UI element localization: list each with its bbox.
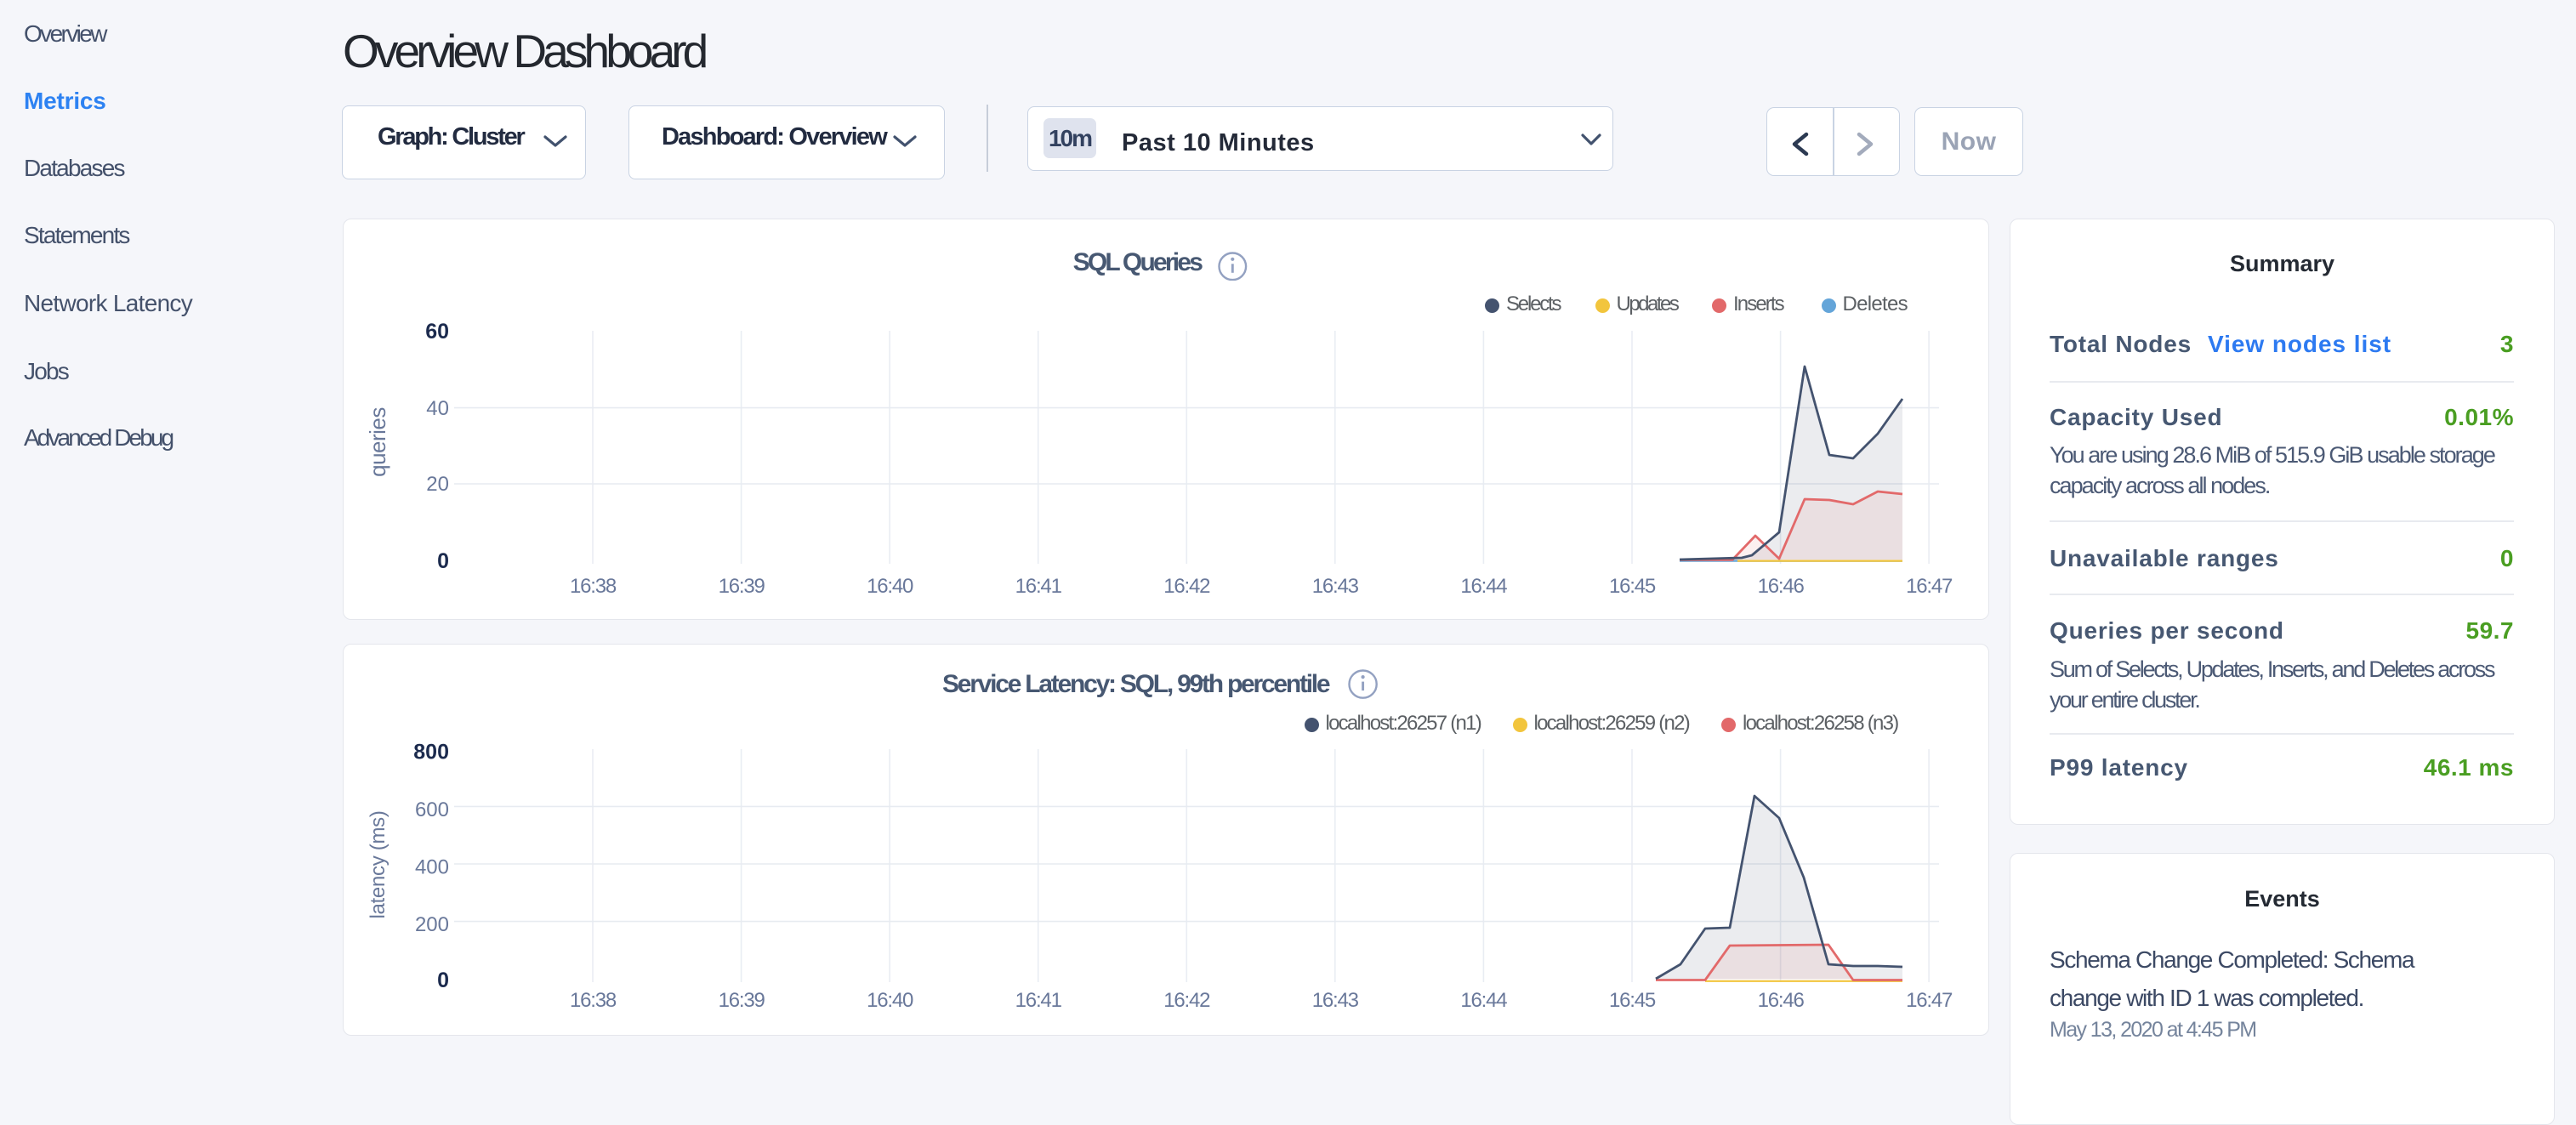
svg-text:0: 0 [437, 969, 449, 992]
svg-text:16:47: 16:47 [1906, 989, 1953, 1012]
svg-text:400: 400 [415, 856, 449, 879]
svg-text:16:42: 16:42 [1163, 989, 1210, 1012]
svg-text:16:40: 16:40 [867, 989, 913, 1012]
svg-text:16:43: 16:43 [1312, 989, 1359, 1012]
svg-text:200: 200 [415, 913, 449, 936]
svg-text:16:41: 16:41 [1015, 989, 1062, 1012]
svg-text:16:42: 16:42 [1163, 575, 1210, 598]
svg-text:16:44: 16:44 [1460, 989, 1507, 1012]
svg-text:16:39: 16:39 [719, 575, 765, 598]
svg-text:16:43: 16:43 [1312, 575, 1359, 598]
svg-text:800: 800 [413, 741, 449, 764]
svg-text:16:47: 16:47 [1906, 575, 1953, 598]
svg-text:16:45: 16:45 [1609, 989, 1656, 1012]
svg-text:0: 0 [437, 549, 449, 573]
svg-text:latency (ms): latency (ms) [367, 810, 390, 918]
svg-text:16:39: 16:39 [719, 989, 765, 1012]
svg-text:16:40: 16:40 [867, 575, 913, 598]
svg-text:20: 20 [426, 473, 449, 496]
svg-text:60: 60 [425, 320, 449, 344]
svg-text:16:46: 16:46 [1758, 989, 1805, 1012]
svg-text:16:45: 16:45 [1609, 575, 1656, 598]
svg-text:16:38: 16:38 [570, 989, 617, 1012]
svg-text:600: 600 [415, 798, 449, 821]
svg-text:40: 40 [426, 397, 449, 420]
svg-text:16:38: 16:38 [570, 575, 617, 598]
svg-text:queries: queries [365, 407, 390, 477]
svg-text:16:44: 16:44 [1460, 575, 1507, 598]
svg-text:16:46: 16:46 [1758, 575, 1805, 598]
svg-text:16:41: 16:41 [1015, 575, 1062, 598]
